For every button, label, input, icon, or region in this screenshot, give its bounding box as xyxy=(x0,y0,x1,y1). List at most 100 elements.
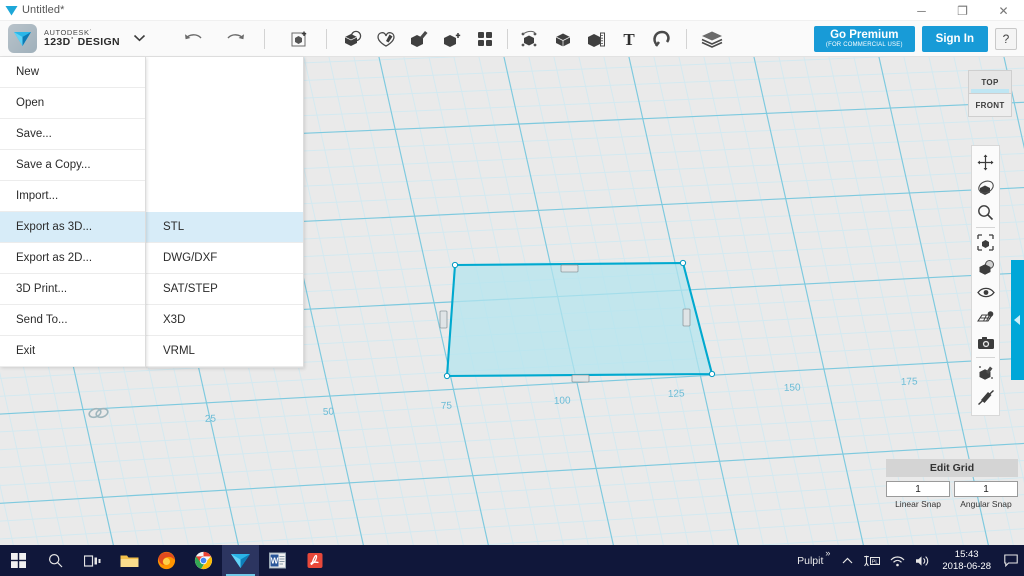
sign-in-button[interactable]: Sign In xyxy=(921,26,988,52)
combine-tool[interactable] xyxy=(547,24,579,54)
linear-snap-field: 1 Linear Snap xyxy=(886,481,950,509)
menu-item-export-as-2d[interactable]: Export as 2D... xyxy=(0,243,145,274)
grouping-tool[interactable] xyxy=(514,24,546,54)
menu-item-export-as-3d[interactable]: Export as 3D... xyxy=(0,212,145,243)
search-button[interactable] xyxy=(37,545,74,576)
view-cube-front-face[interactable]: FRONT xyxy=(968,93,1012,117)
snap-tool[interactable] xyxy=(646,24,678,54)
grid-settings-icon[interactable] xyxy=(973,305,998,330)
menu-item-send-to[interactable]: Send To... xyxy=(0,305,145,336)
text-tool[interactable]: T xyxy=(613,24,645,54)
menu-item-save-a-copy[interactable]: Save a Copy... xyxy=(0,150,145,181)
brand-line-2: 123D˙ DESIGN xyxy=(44,35,120,48)
menu-item-open[interactable]: Open xyxy=(0,88,145,119)
menu-item-exit[interactable]: Exit xyxy=(0,336,145,367)
hide-sketch-icon[interactable] xyxy=(973,385,998,410)
angular-snap-label: Angular Snap xyxy=(960,499,1012,509)
export-as-3d-submenu: STL DWG/DXF SAT/STEP X3D VRML xyxy=(146,57,304,368)
angular-snap-field: 1 Angular Snap xyxy=(954,481,1018,509)
zoom-icon[interactable] xyxy=(973,200,998,225)
brand-text: AUTODESK˙ 123D˙ DESIGN xyxy=(44,29,120,48)
start-button[interactable] xyxy=(0,545,37,576)
materials-icon[interactable] xyxy=(973,360,998,385)
application-window: Untitled* ─ ❐ ✕ AUTODESK˙ 123D˙ DESIGN T… xyxy=(0,0,1024,576)
svg-text:75: 75 xyxy=(441,401,453,412)
maximize-button[interactable]: ❐ xyxy=(942,0,983,21)
autodesk-logo-icon xyxy=(8,24,37,53)
linear-snap-input[interactable]: 1 xyxy=(886,481,950,497)
go-premium-button[interactable]: Go Premium (FOR COMMERCIAL USE) xyxy=(813,25,915,53)
svg-text:175: 175 xyxy=(901,376,919,388)
notifications-icon[interactable] xyxy=(998,554,1024,567)
right-panel-toggle[interactable] xyxy=(1011,260,1024,380)
modify-tool[interactable] xyxy=(436,24,468,54)
angular-snap-input[interactable]: 1 xyxy=(954,481,1018,497)
submenu-item-sat-step[interactable]: SAT/STEP xyxy=(146,274,303,305)
close-button[interactable]: ✕ xyxy=(983,0,1024,21)
nav-divider-1 xyxy=(976,227,995,228)
redo-icon[interactable] xyxy=(222,26,248,52)
nav-divider-2 xyxy=(976,357,995,358)
edit-grid-title[interactable]: Edit Grid xyxy=(886,459,1018,477)
sketch-tool[interactable] xyxy=(370,24,402,54)
chevron-down-icon[interactable] xyxy=(133,33,146,45)
svg-text:125: 125 xyxy=(668,388,686,400)
undo-redo-group xyxy=(180,26,248,52)
volume-icon[interactable] xyxy=(910,555,935,567)
word-button[interactable]: W xyxy=(259,545,296,576)
chevron-left-icon xyxy=(1014,315,1020,325)
measure-tool[interactable] xyxy=(580,24,612,54)
header-account-actions: Go Premium (FOR COMMERCIAL USE) Sign In … xyxy=(813,21,1017,57)
task-view-button[interactable] xyxy=(74,545,111,576)
submenu-item-x3d[interactable]: X3D xyxy=(146,305,303,336)
edit-grid-panel: Edit Grid 1 Linear Snap 1 Angular Snap xyxy=(886,459,1018,509)
construct-tool[interactable] xyxy=(403,24,435,54)
svg-text:100: 100 xyxy=(554,395,572,407)
menu-item-3d-print[interactable]: 3D Print... xyxy=(0,274,145,305)
123d-design-button[interactable] xyxy=(222,545,259,576)
primitives-tool[interactable] xyxy=(337,24,369,54)
firefox-button[interactable] xyxy=(148,545,185,576)
wifi-icon[interactable] xyxy=(885,555,910,567)
undo-icon[interactable] xyxy=(180,26,206,52)
help-icon[interactable]: ? xyxy=(995,28,1017,50)
svg-text:50: 50 xyxy=(323,407,335,418)
camera-icon[interactable] xyxy=(973,330,998,355)
svg-text:W: W xyxy=(271,557,279,566)
fit-icon[interactable] xyxy=(973,230,998,255)
window-controls: ─ ❐ ✕ xyxy=(901,0,1024,21)
toolbar-divider-4 xyxy=(686,28,687,49)
tray-label[interactable]: Pulpit xyxy=(791,555,825,567)
submenu-item-stl[interactable]: STL xyxy=(146,212,303,243)
app-logo-icon xyxy=(0,5,22,16)
menu-item-save[interactable]: Save... xyxy=(0,119,145,150)
visibility-icon[interactable] xyxy=(973,280,998,305)
chrome-button[interactable] xyxy=(185,545,222,576)
go-premium-label: Go Premium xyxy=(830,28,899,41)
keyboard-layout-icon[interactable]: PL xyxy=(858,555,885,567)
linear-snap-label: Linear Snap xyxy=(895,499,941,509)
new-sketch-tool[interactable] xyxy=(284,24,316,54)
app-menu-button[interactable]: AUTODESK˙ 123D˙ DESIGN xyxy=(0,21,146,57)
app-toolbar: AUTODESK˙ 123D˙ DESIGN T Go Premium (FOR… xyxy=(0,21,1024,57)
orbit-icon[interactable] xyxy=(973,175,998,200)
submenu-item-dwg-dxf[interactable]: DWG/DXF xyxy=(146,243,303,274)
window-title: Untitled* xyxy=(22,4,65,16)
edit-grid-fields: 1 Linear Snap 1 Angular Snap xyxy=(886,481,1018,509)
svg-text:25: 25 xyxy=(205,414,217,425)
minimize-button[interactable]: ─ xyxy=(901,0,942,21)
submenu-item-vrml[interactable]: VRML xyxy=(146,336,303,367)
toolbar-divider-3 xyxy=(507,28,508,49)
pan-icon[interactable] xyxy=(973,150,998,175)
materials-tool[interactable] xyxy=(695,24,729,54)
acrobat-button[interactable] xyxy=(296,545,333,576)
menu-item-new[interactable]: New xyxy=(0,57,145,88)
pattern-tool[interactable] xyxy=(469,24,501,54)
clock[interactable]: 15:43 2018-06-28 xyxy=(935,549,998,573)
view-style-icon[interactable] xyxy=(973,255,998,280)
svg-text:PL: PL xyxy=(872,559,879,565)
tray-chevron-up-icon[interactable] xyxy=(830,557,858,565)
view-cube[interactable]: TOP FRONT xyxy=(968,70,1012,117)
menu-item-import[interactable]: Import... xyxy=(0,181,145,212)
file-explorer-button[interactable] xyxy=(111,545,148,576)
